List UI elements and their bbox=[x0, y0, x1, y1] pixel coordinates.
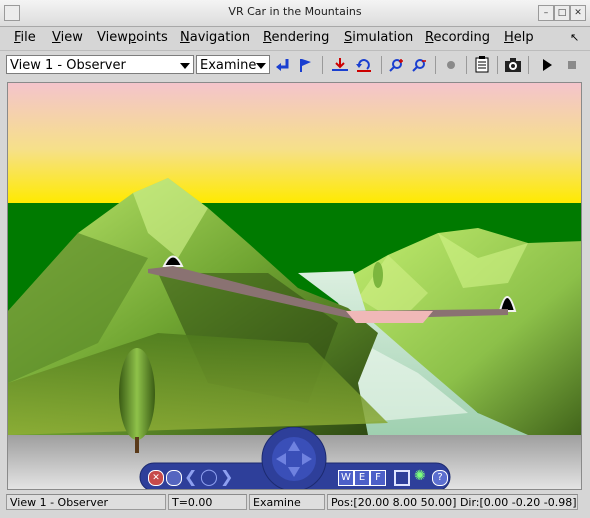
toolbar: View 1 - Observer Examine bbox=[0, 50, 590, 79]
go-to-default-viewpoint-icon[interactable] bbox=[273, 55, 293, 75]
faces-button[interactable]: F bbox=[370, 470, 386, 486]
menu-navigation[interactable]: Navigation bbox=[180, 30, 250, 45]
view-all-icon[interactable] bbox=[394, 470, 410, 486]
small-tree bbox=[373, 262, 383, 288]
status-camera-position: Pos:[20.00 8.00 50.00] Dir:[0.00 -0.20 -… bbox=[327, 494, 578, 510]
capture-frame-icon[interactable] bbox=[503, 55, 523, 75]
menu-help[interactable]: Help bbox=[504, 30, 534, 45]
record-icon[interactable] bbox=[441, 55, 461, 75]
navigation-mode-select[interactable]: Examine bbox=[196, 55, 270, 74]
minimize-panel-icon[interactable] bbox=[166, 470, 182, 486]
toolbar-separator bbox=[497, 56, 498, 74]
menubar: File View Viewpoints Navigation Renderin… bbox=[0, 27, 590, 49]
toolbar-separator bbox=[528, 56, 529, 74]
block-parameters-icon[interactable] bbox=[472, 55, 492, 75]
statusbar: View 1 - Observer T=0.00 Examine Pos:[20… bbox=[0, 493, 590, 515]
edges-button[interactable]: E bbox=[354, 470, 370, 486]
zoom-in-icon[interactable] bbox=[386, 55, 406, 75]
move-pad[interactable] bbox=[262, 427, 326, 489]
sky bbox=[8, 83, 581, 203]
rotate-right-icon[interactable]: ❯ bbox=[220, 467, 233, 486]
zoom-out-icon[interactable] bbox=[409, 55, 429, 75]
orbit-icon[interactable]: ◯ bbox=[200, 467, 218, 486]
menu-rendering[interactable]: Rendering bbox=[263, 30, 329, 45]
status-time: T=0.00 bbox=[168, 494, 247, 510]
status-viewpoint: View 1 - Observer bbox=[6, 494, 166, 510]
menu-view[interactable]: View bbox=[52, 30, 83, 45]
vr-scene-viewport[interactable]: ✕ ❮ ◯ ❯ W E F ✺ ? bbox=[7, 82, 582, 490]
window-titlebar: VR Car in the Mountains – □ ✕ bbox=[0, 0, 590, 27]
help-button[interactable]: ? bbox=[432, 470, 448, 486]
headlight-icon[interactable]: ✺ bbox=[414, 468, 426, 484]
maximize-icon[interactable]: □ bbox=[554, 5, 570, 21]
status-navigation-mode: Examine bbox=[249, 494, 325, 510]
minimize-icon[interactable]: – bbox=[538, 5, 554, 21]
rotate-left-icon[interactable]: ❮ bbox=[184, 467, 197, 486]
rotate-icon[interactable] bbox=[354, 55, 374, 75]
viewpoint-select[interactable]: View 1 - Observer bbox=[6, 55, 194, 74]
close-panel-icon[interactable]: ✕ bbox=[148, 470, 164, 486]
menu-recording[interactable]: Recording bbox=[425, 30, 490, 45]
menu-file[interactable]: File bbox=[14, 30, 36, 45]
window-title: VR Car in the Mountains bbox=[228, 5, 362, 18]
straighten-icon[interactable] bbox=[330, 55, 350, 75]
navigation-panel: ✕ ❮ ◯ ❯ W E F ✺ ? bbox=[138, 427, 452, 489]
stop-icon[interactable] bbox=[562, 55, 582, 75]
menu-simulation[interactable]: Simulation bbox=[344, 30, 413, 45]
chevron-down-icon bbox=[256, 63, 266, 69]
toolbar-separator bbox=[381, 56, 382, 74]
whats-this-icon[interactable]: ↖ bbox=[570, 31, 579, 44]
close-icon[interactable]: ✕ bbox=[570, 5, 586, 21]
toolbar-separator bbox=[466, 56, 467, 74]
chevron-down-icon bbox=[180, 63, 190, 69]
play-icon[interactable] bbox=[537, 55, 557, 75]
flag-viewpoint-icon[interactable] bbox=[295, 55, 315, 75]
toolbar-separator bbox=[435, 56, 436, 74]
toolbar-separator bbox=[322, 56, 323, 74]
wireframe-button[interactable]: W bbox=[338, 470, 354, 486]
bridge bbox=[346, 311, 433, 323]
menu-viewpoints[interactable]: Viewpoints bbox=[97, 30, 168, 45]
